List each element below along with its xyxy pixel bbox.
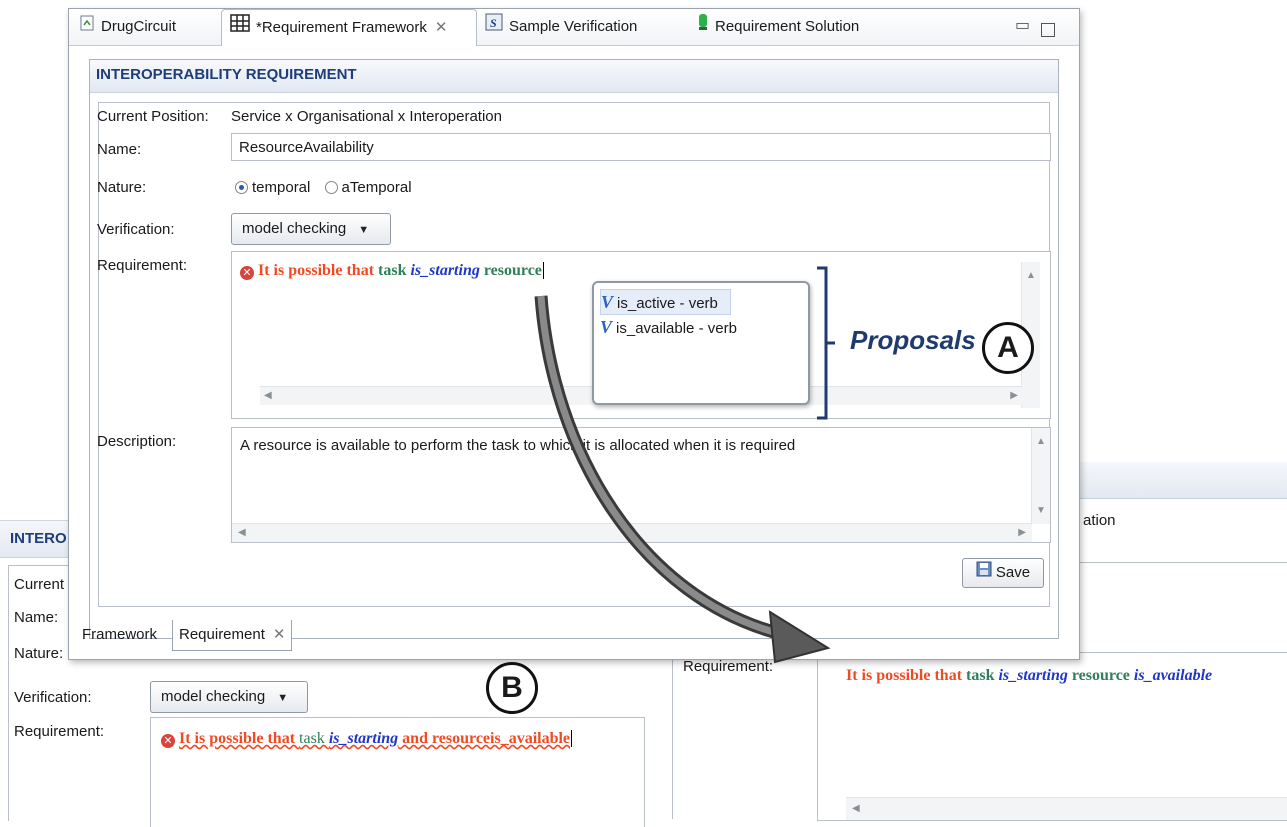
annotation-overlay xyxy=(534,266,835,664)
annotation-letter: A xyxy=(997,331,1019,364)
bracket-icon xyxy=(817,266,835,420)
arrow-icon xyxy=(534,295,787,642)
annotation-circle-a: A xyxy=(982,322,1034,374)
proposals-annotation: Proposals xyxy=(850,325,976,355)
arrowhead-icon xyxy=(768,610,831,664)
annotation-circle-b: B xyxy=(486,662,538,714)
annotation-letter: B xyxy=(501,671,523,704)
